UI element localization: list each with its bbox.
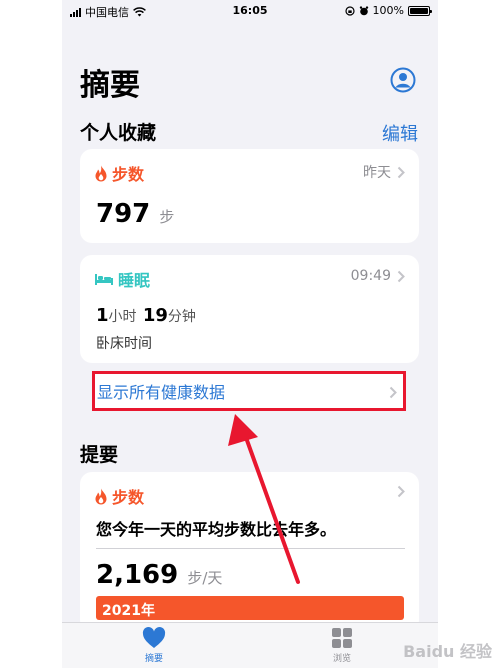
favorites-heading: 个人收藏 bbox=[80, 122, 157, 144]
account-avatar-icon[interactable] bbox=[390, 67, 416, 93]
tab-browse[interactable]: 浏览 bbox=[312, 627, 372, 664]
tab-browse-label: 浏览 bbox=[332, 654, 351, 664]
chevron-right-icon bbox=[397, 270, 405, 282]
sleep-card-title: 睡眠 bbox=[118, 271, 151, 290]
page-title: 摘要 bbox=[80, 68, 140, 103]
sleep-card-header: 睡眠 bbox=[94, 267, 150, 291]
steps-card-header: 步数 bbox=[94, 161, 144, 185]
phone-screen: 中国电信 16:05 100% 摘要 个人收藏 编辑 步数 昨天 797 步 睡… bbox=[62, 0, 438, 668]
highlight-card-title: 步数 bbox=[112, 488, 145, 507]
steps-unit: 步 bbox=[159, 208, 175, 226]
sleep-card[interactable]: 睡眠 09:49 1小时 19分钟 卧床时间 bbox=[80, 255, 419, 363]
rotation-lock-icon bbox=[344, 5, 355, 16]
steps-value: 797 bbox=[96, 199, 151, 229]
sleep-minutes-unit: 分钟 bbox=[167, 309, 196, 325]
steps-card-meta: 昨天 bbox=[363, 162, 405, 182]
highlight-text: 您今年一天的平均步数比去年多。 bbox=[96, 520, 337, 539]
highlight-divider bbox=[96, 548, 405, 549]
alarm-icon bbox=[359, 5, 368, 15]
bed-icon bbox=[95, 274, 113, 285]
steps-card-title: 步数 bbox=[112, 165, 145, 184]
steps-value-row: 797 步 bbox=[96, 199, 174, 229]
highlight-unit: 步 bbox=[187, 569, 203, 587]
status-bar: 中国电信 16:05 100% bbox=[62, 0, 438, 22]
steps-card[interactable]: 步数 昨天 797 步 bbox=[80, 149, 419, 243]
highlights-heading: 提要 bbox=[80, 444, 119, 466]
sleep-card-meta: 09:49 bbox=[351, 268, 405, 284]
watermark-logo: Baidu 经验 bbox=[403, 642, 492, 661]
grid-icon bbox=[332, 628, 352, 648]
show-all-label: 显示所有健康数据 bbox=[97, 383, 226, 402]
battery-icon bbox=[408, 5, 432, 16]
sleep-subtitle: 卧床时间 bbox=[96, 336, 152, 352]
highlight-card-meta bbox=[397, 485, 405, 498]
sleep-duration: 1小时 19分钟 bbox=[96, 305, 196, 326]
highlight-value-row: 2,169 步/天 bbox=[96, 560, 222, 590]
edit-button[interactable]: 编辑 bbox=[382, 120, 418, 146]
chevron-right-icon bbox=[397, 166, 405, 178]
tab-summary-label: 摘要 bbox=[144, 654, 163, 664]
highlight-per-day: /天 bbox=[202, 569, 223, 587]
sleep-hours: 1 bbox=[96, 305, 109, 326]
highlight-card-header: 步数 bbox=[94, 484, 144, 508]
sleep-minutes: 19 bbox=[142, 305, 168, 326]
chevron-right-icon bbox=[389, 386, 397, 399]
heart-icon bbox=[142, 627, 166, 648]
chevron-right-icon bbox=[397, 485, 405, 498]
highlight-card[interactable]: 步数 您今年一天的平均步数比去年多。 2,169 步/天 2021年 bbox=[80, 472, 419, 632]
tab-bar: 摘要 浏览 bbox=[62, 622, 438, 668]
status-right: 100% bbox=[344, 4, 432, 17]
tab-summary[interactable]: 摘要 bbox=[124, 627, 184, 664]
sleep-card-time: 09:49 bbox=[350, 268, 391, 284]
highlight-value: 2,169 bbox=[96, 560, 179, 590]
steps-card-date: 昨天 bbox=[363, 165, 391, 181]
sleep-hours-unit: 小时 bbox=[108, 309, 137, 325]
show-all-health-data-button[interactable]: 显示所有健康数据 bbox=[92, 371, 406, 411]
year-bar: 2021年 bbox=[96, 596, 404, 620]
flame-icon bbox=[95, 488, 107, 504]
battery-percent: 100% bbox=[372, 4, 404, 17]
flame-icon bbox=[95, 165, 107, 181]
